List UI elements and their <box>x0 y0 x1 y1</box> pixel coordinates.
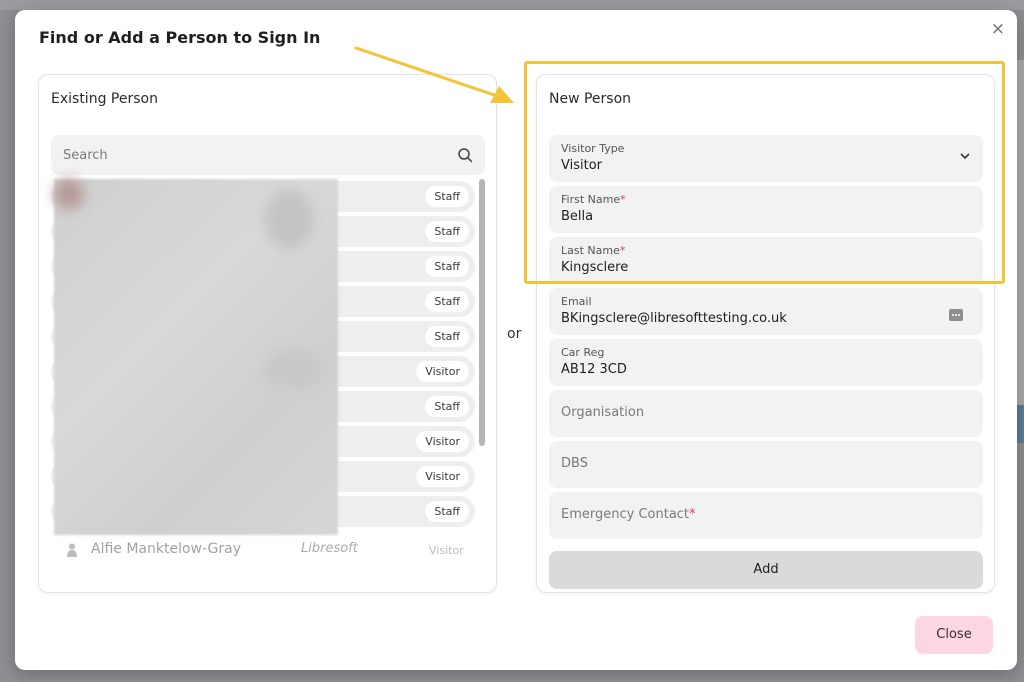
add-button[interactable]: Add <box>549 551 983 589</box>
dialog-title: Find or Add a Person to Sign In <box>39 28 321 47</box>
person-organisation: Libresoft <box>301 541 358 556</box>
type-badge: Staff <box>425 186 469 207</box>
existing-person-title: Existing Person <box>51 91 158 107</box>
dbs-field[interactable]: DBS <box>549 441 983 488</box>
type-badge: Staff <box>425 221 469 242</box>
redacted-names <box>54 179 338 535</box>
organisation-placeholder: Organisation <box>561 405 645 420</box>
list-item-partial[interactable]: Alfie Manktelow-Gray Libresoft Visitor <box>53 541 477 561</box>
or-separator: or <box>507 326 522 342</box>
type-badge: Visitor <box>416 431 469 452</box>
dbs-placeholder: DBS <box>561 456 588 471</box>
email-value: BKingsclere@libresofttesting.co.uk <box>561 311 787 326</box>
type-badge: Staff <box>425 326 469 347</box>
list-scrollbar[interactable] <box>479 179 485 446</box>
email-field[interactable]: Email BKingsclere@libresofttesting.co.uk <box>549 288 983 335</box>
type-badge: Staff <box>425 396 469 417</box>
type-badge: Visitor <box>421 543 472 558</box>
redacted-text <box>264 349 324 389</box>
annotation-highlight <box>524 61 1005 284</box>
redacted-text <box>264 189 314 249</box>
car-reg-value: AB12 3CD <box>561 362 627 377</box>
search-box[interactable] <box>51 135 485 175</box>
existing-person-panel: Existing Person Staff Staff Staff Staff … <box>38 74 497 593</box>
organisation-field[interactable]: Organisation <box>549 390 983 437</box>
background-app-strip <box>0 0 1024 10</box>
car-reg-label: Car Reg <box>561 346 605 359</box>
type-badge: Visitor <box>416 466 469 487</box>
type-badge: Staff <box>425 256 469 277</box>
close-button[interactable]: Close <box>915 616 993 654</box>
email-label: Email <box>561 295 592 308</box>
emergency-contact-field[interactable]: Emergency Contact* <box>549 492 983 539</box>
autofill-icon[interactable] <box>949 309 963 321</box>
car-reg-field[interactable]: Car Reg AB12 3CD <box>549 339 983 386</box>
close-icon[interactable]: × <box>991 19 1005 39</box>
emergency-contact-placeholder: Emergency Contact* <box>561 507 696 522</box>
person-icon <box>67 543 77 557</box>
person-name: Alfie Manktelow-Gray <box>91 541 242 557</box>
search-icon[interactable] <box>457 147 473 163</box>
type-badge: Staff <box>425 501 469 522</box>
search-input[interactable] <box>61 144 445 166</box>
type-badge: Visitor <box>416 361 469 382</box>
annotation-arrow <box>354 46 514 103</box>
redacted-avatar <box>54 179 84 209</box>
type-badge: Staff <box>425 291 469 312</box>
